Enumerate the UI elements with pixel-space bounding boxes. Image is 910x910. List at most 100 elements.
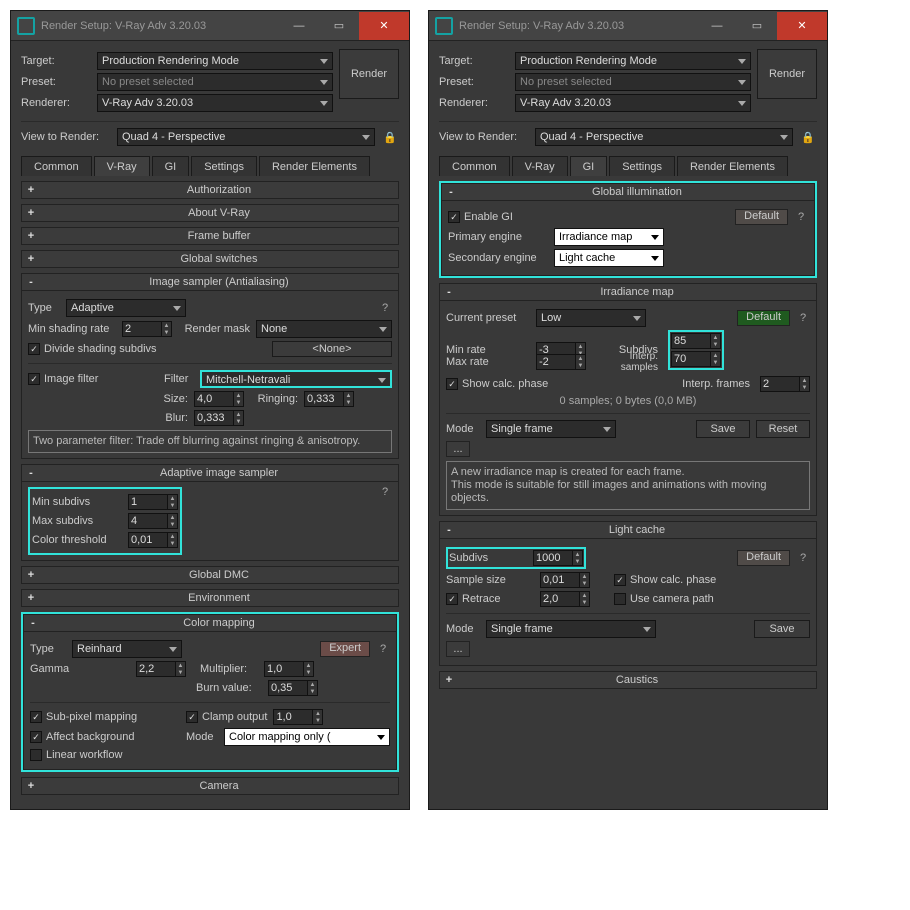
sub-pixel-mapping-checkbox[interactable]: ✓Sub-pixel mapping [30, 711, 180, 723]
tab-settings[interactable]: Settings [609, 156, 675, 176]
renderer-label: Renderer: [21, 97, 91, 109]
cmap-mode-combo[interactable]: Color mapping only ( [224, 728, 390, 746]
primary-engine-combo[interactable]: Irradiance map [554, 228, 664, 246]
maximize-button[interactable]: ▭ [737, 12, 777, 40]
rollout-authorization[interactable]: +Authorization [21, 181, 399, 199]
rollout-about[interactable]: +About V-Ray [21, 204, 399, 222]
ringing-spinner[interactable]: ▲▼ [304, 391, 354, 407]
sampler-type-combo[interactable]: Adaptive [66, 299, 186, 317]
renderer-combo[interactable]: V-Ray Adv 3.20.03 [97, 94, 333, 112]
render-button[interactable]: Render [757, 49, 817, 99]
tab-common[interactable]: Common [439, 156, 510, 176]
clamp-output-checkbox[interactable]: ✓Clamp output [186, 711, 267, 723]
lc-mode-combo[interactable]: Single frame [486, 620, 656, 638]
show-calc-phase-checkbox[interactable]: ✓Show calc. phase [446, 378, 548, 390]
min-subdivs-spinner[interactable]: ▲▼ [128, 494, 178, 510]
rollout-light-cache[interactable]: -Light cache [439, 521, 817, 539]
retrace-spinner[interactable]: ▲▼ [540, 591, 590, 607]
use-camera-path-checkbox[interactable]: Use camera path [614, 593, 714, 605]
interp-frames-spinner[interactable]: ▲▼ [760, 376, 810, 392]
rollout-adaptive-sampler[interactable]: -Adaptive image sampler [21, 464, 399, 482]
target-combo[interactable]: Production Rendering Mode [97, 52, 333, 70]
mask-none-button[interactable]: <None> [272, 341, 392, 357]
secondary-engine-combo[interactable]: Light cache [554, 249, 664, 267]
sample-size-spinner[interactable]: ▲▼ [540, 572, 590, 588]
filter-size-spinner[interactable]: ▲▼ [194, 391, 244, 407]
divide-shading-checkbox[interactable]: ✓Divide shading subdivs [28, 343, 157, 355]
enable-gi-checkbox[interactable]: ✓Enable GI [448, 211, 513, 223]
color-threshold-spinner[interactable]: ▲▼ [128, 532, 178, 548]
cmap-type-combo[interactable]: Reinhard [72, 640, 182, 658]
view-combo[interactable]: Quad 4 - Perspective [535, 128, 793, 146]
gamma-spinner[interactable]: ▲▼ [136, 661, 186, 677]
blur-spinner[interactable]: ▲▼ [194, 410, 244, 426]
rollout-irradiance-map[interactable]: -Irradiance map [439, 283, 817, 301]
interp-samples-spinner[interactable]: ▲▼ [671, 351, 721, 367]
rollout-environment[interactable]: +Environment [21, 589, 399, 607]
minimize-button[interactable]: — [697, 12, 737, 40]
maximize-button[interactable]: ▭ [319, 12, 359, 40]
close-button[interactable]: ✕ [359, 12, 409, 40]
tab-render-elements[interactable]: Render Elements [677, 156, 788, 176]
clamp-value-spinner[interactable]: ▲▼ [273, 709, 323, 725]
im-save-button[interactable]: Save [696, 420, 750, 438]
lc-default-button[interactable]: Default [737, 550, 790, 566]
im-subdivs-spinner[interactable]: ▲▼ [671, 333, 721, 349]
gi-default-button[interactable]: Default [735, 209, 788, 225]
multiplier-spinner[interactable]: ▲▼ [264, 661, 314, 677]
help-icon[interactable]: ? [378, 302, 392, 314]
rollout-frame-buffer[interactable]: +Frame buffer [21, 227, 399, 245]
minimize-button[interactable]: — [279, 12, 319, 40]
titlebar[interactable]: Render Setup: V-Ray Adv 3.20.03 — ▭ ✕ [11, 11, 409, 41]
lc-show-calc-checkbox[interactable]: ✓Show calc. phase [614, 574, 716, 586]
filter-combo[interactable]: Mitchell-Netravali [200, 370, 392, 388]
rollout-image-sampler[interactable]: -Image sampler (Antialiasing) [21, 273, 399, 291]
lc-subdivs-spinner[interactable]: ▲▼ [533, 550, 583, 566]
linear-workflow-checkbox[interactable]: Linear workflow [30, 749, 122, 761]
tab-gi[interactable]: GI [152, 156, 190, 176]
help-icon[interactable]: ? [794, 211, 808, 223]
renderer-combo[interactable]: V-Ray Adv 3.20.03 [515, 94, 751, 112]
rollout-global-illumination[interactable]: -Global illumination [441, 183, 815, 201]
help-icon[interactable]: ? [796, 552, 810, 564]
rollout-camera[interactable]: +Camera [21, 777, 399, 795]
max-subdivs-spinner[interactable]: ▲▼ [128, 513, 178, 529]
tab-vray[interactable]: V-Ray [94, 156, 150, 176]
expert-button[interactable]: Expert [320, 641, 370, 657]
lock-icon[interactable]: 🔒 [381, 128, 399, 146]
im-browse-button[interactable]: ... [446, 441, 470, 457]
titlebar[interactable]: Render Setup: V-Ray Adv 3.20.03 — ▭ ✕ [429, 11, 827, 41]
max-rate-spinner[interactable]: ▲▼ [536, 354, 586, 370]
tab-settings[interactable]: Settings [191, 156, 257, 176]
target-combo[interactable]: Production Rendering Mode [515, 52, 751, 70]
image-filter-checkbox[interactable]: ✓Image filter [28, 373, 158, 385]
min-shading-rate-spinner[interactable]: ▲▼ [122, 321, 172, 337]
im-default-button[interactable]: Default [737, 310, 790, 326]
burn-value-spinner[interactable]: ▲▼ [268, 680, 318, 696]
help-icon[interactable]: ? [378, 486, 392, 498]
render-button[interactable]: Render [339, 49, 399, 99]
help-icon[interactable]: ? [376, 643, 390, 655]
render-mask-combo[interactable]: None [256, 320, 392, 338]
lc-save-button[interactable]: Save [754, 620, 810, 638]
im-mode-combo[interactable]: Single frame [486, 420, 616, 438]
affect-background-checkbox[interactable]: ✓Affect background [30, 731, 180, 743]
tab-common[interactable]: Common [21, 156, 92, 176]
preset-combo[interactable]: No preset selected [515, 73, 751, 91]
retrace-checkbox[interactable]: ✓Retrace [446, 593, 534, 605]
help-icon[interactable]: ? [796, 312, 810, 324]
rollout-global-switches[interactable]: +Global switches [21, 250, 399, 268]
rollout-color-mapping[interactable]: -Color mapping [23, 614, 397, 632]
tab-vray[interactable]: V-Ray [512, 156, 568, 176]
tab-gi[interactable]: GI [570, 156, 608, 176]
lock-icon[interactable]: 🔒 [799, 128, 817, 146]
close-button[interactable]: ✕ [777, 12, 827, 40]
rollout-caustics[interactable]: +Caustics [439, 671, 817, 689]
rollout-global-dmc[interactable]: +Global DMC [21, 566, 399, 584]
current-preset-combo[interactable]: Low [536, 309, 646, 327]
tab-render-elements[interactable]: Render Elements [259, 156, 370, 176]
preset-combo[interactable]: No preset selected [97, 73, 333, 91]
im-reset-button[interactable]: Reset [756, 420, 810, 438]
lc-browse-button[interactable]: ... [446, 641, 470, 657]
view-combo[interactable]: Quad 4 - Perspective [117, 128, 375, 146]
